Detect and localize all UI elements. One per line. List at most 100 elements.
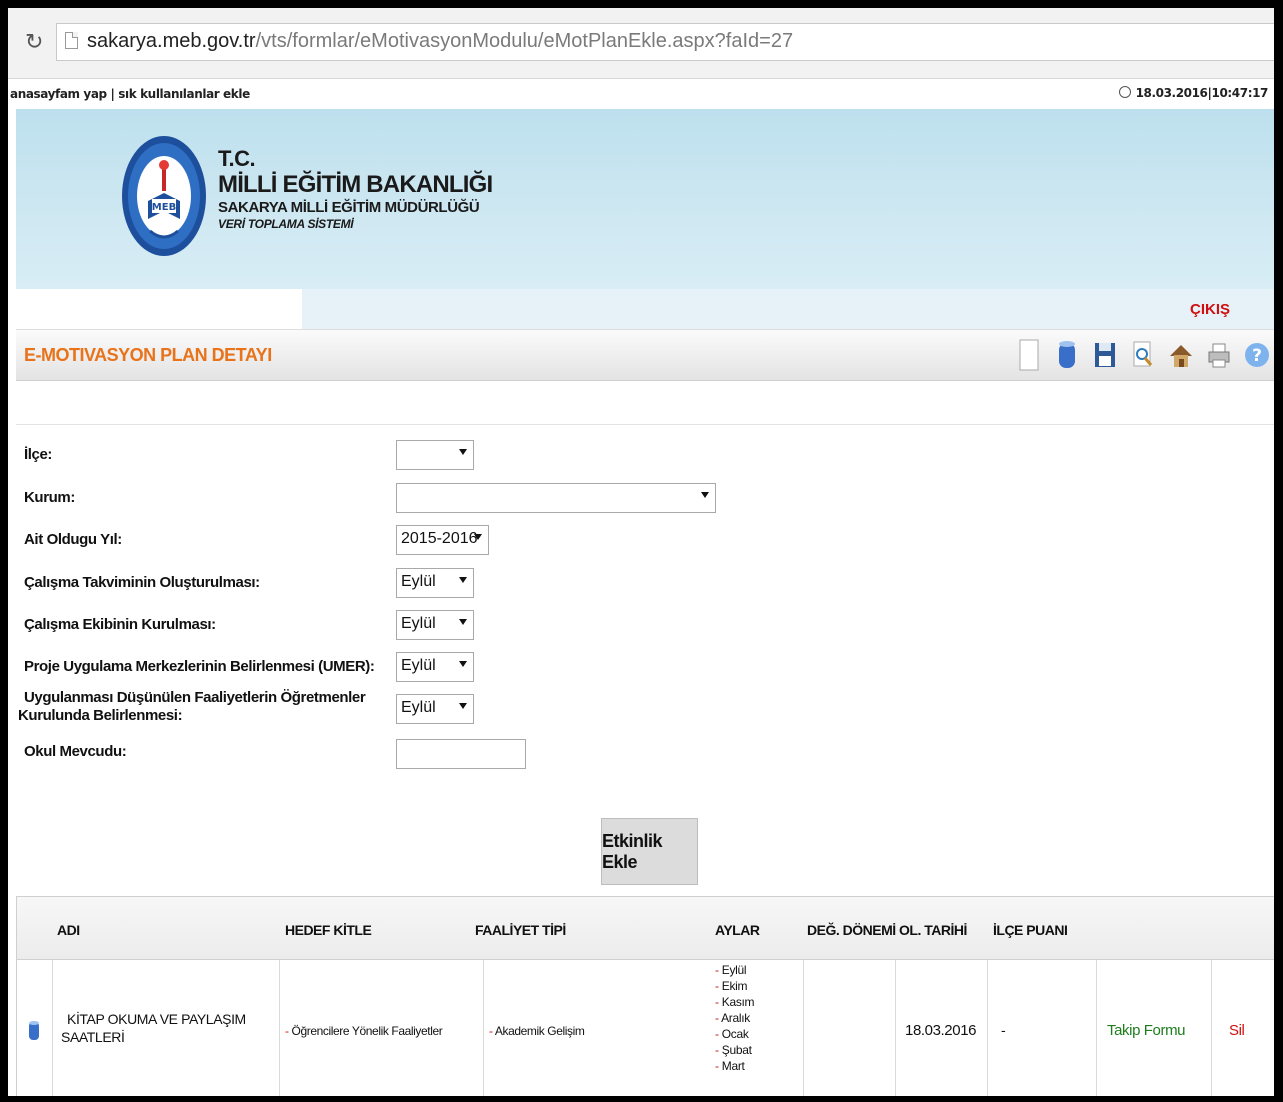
month-item: - Mart [715, 1058, 754, 1074]
cell-ilce-puani: - [1001, 1022, 1006, 1038]
dash: - [489, 1024, 493, 1038]
takip-formu-link[interactable]: Takip Formu [1107, 1022, 1186, 1039]
takvim-select[interactable]: Eylül [396, 568, 474, 598]
col-adi: ADI [57, 922, 80, 938]
new-document-icon[interactable] [1016, 338, 1042, 372]
dash: - [715, 979, 719, 993]
umer-value: Eylül [401, 657, 436, 674]
month-text: Ocak [721, 1027, 749, 1041]
meb-logo-icon: MEB [122, 136, 206, 256]
chevron-down-icon [459, 661, 467, 667]
datetime: 18.03.2016|10:47:17 [1118, 86, 1269, 100]
toolbar: ? [1016, 338, 1270, 372]
ekip-select[interactable]: Eylül [396, 610, 474, 640]
takvim-value: Eylül [401, 573, 436, 590]
yil-select[interactable]: 2015-2016 [396, 525, 489, 555]
chevron-down-icon [459, 449, 467, 455]
column-divider [52, 960, 53, 1096]
dash: - [715, 1011, 719, 1025]
address-bar: ↻ sakarya.meb.gov.tr/vts/formlar/eMotiva… [8, 8, 1274, 79]
col-ol-tarihi: OL. TARİHİ [899, 922, 967, 938]
column-divider [803, 960, 804, 1096]
faaliyet-label-line2: Kurulunda Belirlenmesi: [18, 707, 183, 724]
menu-bar: ÇIKIŞ [16, 289, 1274, 329]
home-icon[interactable] [1168, 338, 1194, 372]
chevron-down-icon [474, 534, 482, 540]
month-text: Mart [721, 1059, 745, 1073]
header-banner: MEB T.C. MİLLİ EĞİTİM BAKANLIĞI SAKARYA … [16, 109, 1274, 289]
umer-label: Proje Uygulama Merkezlerinin Belirlenmes… [24, 658, 375, 675]
dash: - [715, 1027, 719, 1041]
month-text: Şubat [721, 1043, 752, 1057]
ekip-label: Çalışma Ekibinin Kurulması: [24, 616, 216, 633]
cell-adi-line1: KİTAP OKUMA VE PAYLAŞIM [67, 1011, 246, 1027]
page-title: E-MOTIVASYON PLAN DETAYI [24, 345, 272, 365]
url-path: /vts/formlar/eMotivasyonModulu/eMotPlanE… [255, 30, 794, 52]
okul-mevcudu-input[interactable] [396, 739, 526, 769]
cell-faaliyet-tipi: - Akademik Gelişim [489, 1024, 585, 1038]
month-text: Ekim [721, 979, 748, 993]
month-text: Aralık [721, 1011, 750, 1025]
svg-text:?: ? [1252, 346, 1262, 366]
dash: - [715, 1043, 719, 1057]
ilce-label: İlçe: [24, 446, 53, 463]
column-divider [483, 960, 484, 1096]
cell-tip-text: Akademik Gelişim [494, 1024, 585, 1038]
cell-hedef-text: Öğrencilere Yönelik Faaliyetler [291, 1024, 443, 1038]
help-icon[interactable]: ? [1244, 338, 1270, 372]
month-item: - Kasım [715, 994, 755, 1010]
database-icon[interactable] [28, 1020, 40, 1042]
dash: - [285, 1024, 289, 1038]
chevron-down-icon [459, 619, 467, 625]
column-divider [895, 960, 896, 1096]
organization-title: T.C. MİLLİ EĞİTİM BAKANLIĞI SAKARYA MİLL… [218, 146, 493, 232]
month-item: - Ocak [715, 1026, 754, 1042]
dash: - [715, 995, 719, 1009]
chevron-down-icon [459, 577, 467, 583]
kurum-select[interactable] [396, 483, 716, 513]
ilce-select[interactable] [396, 440, 474, 470]
page-title-bar: E-MOTIVASYON PLAN DETAYI ? [16, 329, 1274, 381]
month-item: - Eylül [715, 962, 754, 978]
browser-frame: ↻ sakarya.meb.gov.tr/vts/formlar/eMotiva… [8, 8, 1274, 1096]
url-text: sakarya.meb.gov.tr/vts/formlar/eMotivasy… [87, 30, 793, 53]
column-divider [1211, 960, 1212, 1096]
chevron-down-icon [701, 492, 709, 498]
menu-bar-left [16, 289, 302, 329]
logout-link[interactable]: ÇIKIŞ [1190, 301, 1230, 318]
svg-text:MEB: MEB [152, 202, 176, 213]
database-icon[interactable] [1054, 338, 1080, 372]
cell-aylar: - Eylül - Ekim - Kasım - Aralık - Ocak -… [715, 962, 755, 1074]
tc-text: T.C. [218, 146, 256, 171]
col-deg-donemi: DEĞ. DÖNEMİ [807, 922, 896, 938]
umer-select[interactable]: Eylül [396, 652, 474, 682]
reload-icon[interactable]: ↻ [25, 30, 43, 55]
system-name: VERİ TOPLAMA SİSTEMİ [218, 217, 354, 231]
top-links-bar: anasayfam yap | sık kullanılanlar ekle 1… [8, 79, 1274, 109]
directorate-name: SAKARYA MİLLİ EĞİTİM MÜDÜRLÜĞÜ [218, 199, 480, 216]
col-hedef-kitle: HEDEF KİTLE [285, 922, 372, 938]
search-document-icon[interactable] [1130, 338, 1156, 372]
add-activity-button[interactable]: Etkinlik Ekle [601, 818, 698, 885]
print-icon[interactable] [1206, 338, 1232, 372]
cell-adi: KİTAP OKUMA VE PAYLAŞIM SAATLERİ [61, 1010, 246, 1046]
sil-link[interactable]: Sil [1229, 1022, 1245, 1039]
yil-label: Ait Oldugu Yıl: [24, 531, 122, 548]
column-divider [279, 960, 280, 1096]
activities-table: ADI HEDEF KİTLE FAALİYET TİPİ AYLAR DEĞ.… [16, 896, 1274, 1096]
month-text: Eylül [721, 963, 747, 977]
faaliyet-value: Eylül [401, 699, 436, 716]
column-divider [987, 960, 988, 1096]
table-row: KİTAP OKUMA VE PAYLAŞIM SAATLERİ - Öğren… [17, 960, 1274, 1096]
yil-value: 2015-2016 [401, 530, 478, 547]
datetime-text: 18.03.2016|10:47:17 [1135, 86, 1269, 100]
home-favorites-links[interactable]: anasayfam yap | sık kullanılanlar ekle [10, 87, 250, 101]
faaliyet-select[interactable]: Eylül [396, 694, 474, 724]
takvim-label: Çalışma Takviminin Oluşturulması: [24, 574, 260, 591]
col-faaliyet-tipi: FAALİYET TİPİ [475, 922, 566, 938]
url-input[interactable]: sakarya.meb.gov.tr/vts/formlar/eMotivasy… [56, 23, 1274, 61]
kurum-label: Kurum: [24, 489, 75, 506]
save-icon[interactable] [1092, 338, 1118, 372]
chevron-down-icon [459, 703, 467, 709]
col-aylar: AYLAR [715, 922, 760, 938]
